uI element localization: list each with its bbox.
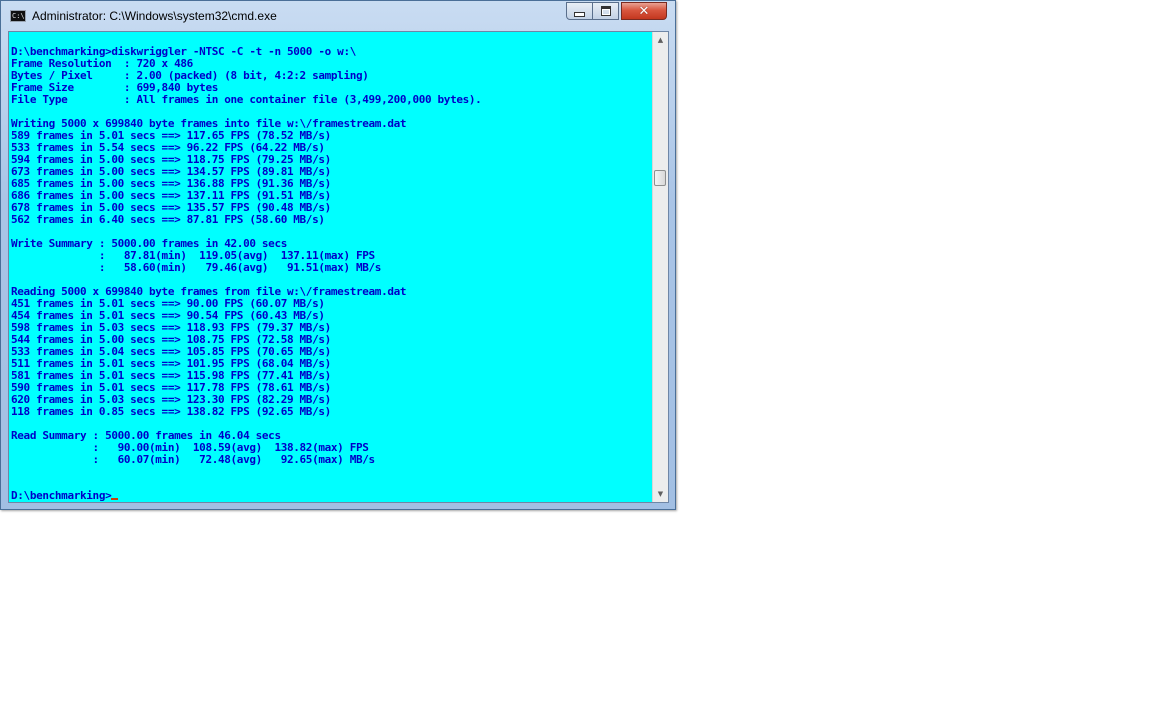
cmd-app-icon[interactable]: C:\: [10, 10, 26, 22]
window-title: Administrator: C:\Windows\system32\cmd.e…: [32, 9, 277, 23]
minimize-button[interactable]: [566, 2, 593, 20]
close-icon: ✕: [638, 3, 650, 19]
minimize-icon: [574, 12, 585, 17]
console-line: 118 frames in 0.85 secs ==> 138.82 FPS (…: [11, 405, 331, 418]
scrollbar-thumb[interactable]: [654, 170, 666, 186]
console-line: : 58.60(min) 79.46(avg) 91.51(max) MB/s: [11, 261, 382, 274]
maximize-button[interactable]: [592, 2, 619, 20]
maximize-icon: [600, 6, 611, 16]
console-line: : 60.07(min) 72.48(avg) 92.65(max) MB/s: [11, 453, 376, 466]
close-button[interactable]: ✕: [621, 2, 667, 20]
console-frame: D:\benchmarking>diskwriggler -NTSC -C -t…: [8, 31, 669, 503]
title-bar[interactable]: C:\ Administrator: C:\Windows\system32\c…: [1, 1, 675, 31]
console-line: D:\benchmarking>: [11, 489, 112, 502]
console-output: D:\benchmarking>diskwriggler -NTSC -C -t…: [11, 46, 482, 502]
scroll-up-arrow-icon[interactable]: ▲: [653, 32, 668, 48]
console-line: File Type : All frames in one container …: [11, 93, 482, 106]
console-line: 562 frames in 6.40 secs ==> 87.81 FPS (5…: [11, 213, 325, 226]
text-cursor: [111, 498, 119, 500]
cmd-window: C:\ Administrator: C:\Windows\system32\c…: [0, 0, 676, 510]
console-area[interactable]: D:\benchmarking>diskwriggler -NTSC -C -t…: [10, 33, 652, 501]
vertical-scrollbar[interactable]: ▲ ▼: [652, 32, 668, 502]
scroll-down-arrow-icon[interactable]: ▼: [653, 486, 668, 502]
